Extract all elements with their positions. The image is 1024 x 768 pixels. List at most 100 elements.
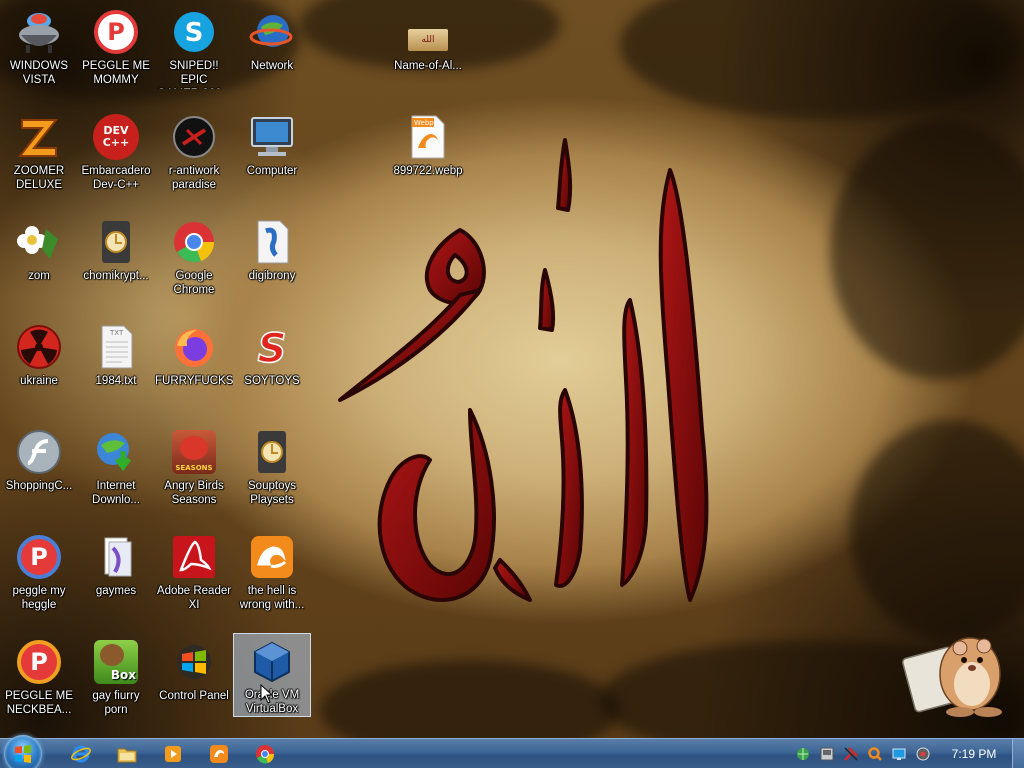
svg-text:S: S — [185, 18, 204, 48]
desktop-icon-label: FURRYFUCKS — [155, 375, 233, 387]
desktop-icon-label: SOYTOYS — [244, 375, 300, 387]
taskbar-internet-explorer[interactable] — [68, 742, 94, 766]
tray-device[interactable] — [818, 745, 836, 763]
desktop-icon-label: Computer — [246, 165, 298, 177]
taskbar-uc-browser[interactable] — [206, 742, 232, 766]
svg-text:P: P — [30, 543, 48, 571]
desktop-icon-adobe-reader[interactable]: Adobe Reader XI — [156, 529, 232, 633]
souptoys-file-icon — [92, 218, 140, 266]
desktop-icon-computer[interactable]: Computer — [234, 109, 310, 213]
hamster-desktop-pet[interactable] — [900, 612, 1015, 722]
start-button[interactable] — [4, 735, 42, 768]
seasons-badge: SEASONS — [175, 464, 213, 472]
svg-text:P: P — [107, 18, 125, 46]
desktop-icon-windows-vista[interactable]: WINDOWS VISTA — [1, 4, 77, 108]
soytoys-s-icon: S — [248, 323, 296, 371]
windows-logo-icon — [15, 745, 31, 763]
desktop-icon-internet-download[interactable]: Internet Downlo... — [78, 424, 154, 528]
network-globe-icon — [248, 8, 296, 56]
folder-icon — [92, 533, 140, 581]
desktop-icon-gay-fiurry[interactable]: Box gay fiurry porn — [78, 634, 154, 738]
devcpp-icon: DEV C++ — [92, 113, 140, 161]
box-game-icon: Box — [92, 638, 140, 686]
desktop-icon-souptoys-playsets[interactable]: Souptoys Playsets — [234, 424, 310, 528]
desktop-icon-peggle-my-heggle[interactable]: P peggle my heggle — [1, 529, 77, 633]
desktop-icon-label: ShoppingC... — [5, 480, 73, 492]
tray-network[interactable] — [794, 745, 812, 763]
desktop-icon-name-of-allah[interactable]: الله Name-of-Al... — [390, 4, 466, 108]
desktop-icon-label: Embarcadero Dev-C++ — [81, 165, 151, 191]
desktop-icon-label: ukraine — [20, 375, 58, 387]
desktop-icon-gaymes[interactable]: gaymes — [78, 529, 154, 633]
tray-tool[interactable] — [842, 745, 860, 763]
devcpp-badge: DEV C++ — [93, 114, 139, 160]
desktop-icon-network[interactable]: Network — [234, 4, 310, 108]
svg-text:S: S — [258, 326, 287, 370]
desktop-icon-label: PEGGLE ME MOMMY — [82, 60, 150, 86]
volume-icon — [916, 747, 930, 761]
chrome-icon — [256, 745, 275, 764]
desktop-icon-angry-birds-seasons[interactable]: SEASONS Angry Birds Seasons — [156, 424, 232, 528]
taskbar: 7:19 PM — [0, 735, 1024, 768]
desktop-icon-label: r-antiwork paradise — [168, 165, 220, 191]
desktop-icon-peggle-me-mommy[interactable]: P PEGGLE ME MOMMY — [78, 4, 154, 108]
taskbar-chrome[interactable] — [252, 742, 278, 766]
globe-download-icon — [92, 428, 140, 476]
firefox-icon — [170, 323, 218, 371]
desktop-icon-label: WINDOWS VISTA — [9, 60, 69, 86]
desktop-icon-shopping[interactable]: ShoppingC... — [1, 424, 77, 528]
adobe-reader-icon — [170, 533, 218, 581]
desktop-icon-embarcadero-devcpp[interactable]: DEV C++ Embarcadero Dev-C++ — [78, 109, 154, 213]
desktop-icon-furry[interactable]: FURRYFUCKS — [155, 319, 233, 423]
desktop-icon-ukraine[interactable]: ukraine — [1, 319, 77, 423]
tool-icon — [844, 747, 858, 761]
tray-search[interactable] — [866, 745, 884, 763]
desktop-icon-1984-txt[interactable]: TXT 1984.txt — [78, 319, 154, 423]
desktop-icon-label: peggle my heggle — [12, 585, 66, 611]
desktop-icon-label: zom — [28, 270, 50, 282]
desktop-icon-zoomer-deluxe[interactable]: ZOOMER DELUXE — [1, 109, 77, 213]
souptoys-file-icon — [248, 428, 296, 476]
box-badge: Box — [110, 668, 136, 682]
uc-browser-icon — [210, 745, 228, 763]
taskbar-file-explorer[interactable] — [114, 742, 140, 766]
webp-badge: Webp — [414, 119, 434, 127]
search-tray-icon — [868, 747, 882, 761]
desktop-icon-label: PEGGLE ME NECKBEA... — [5, 690, 73, 716]
mouse-cursor-icon — [260, 684, 274, 704]
zoomer-z-icon — [15, 113, 63, 161]
desktop-icon-label: Souptoys Playsets — [248, 480, 296, 506]
flower-icon — [15, 218, 63, 266]
svg-text:P: P — [30, 648, 48, 676]
desktop-icon-899722-webp[interactable]: Webp 899722.webp — [390, 109, 466, 213]
desktop-icon-label: the hell is wrong with... — [239, 585, 305, 611]
desktop-icon-digibrony[interactable]: digibrony — [234, 214, 310, 318]
peggle-icon: P — [15, 533, 63, 581]
desktop-icon-peggle-me-neckbeard[interactable]: P PEGGLE ME NECKBEA... — [1, 634, 77, 738]
taskbar-clock[interactable]: 7:19 PM — [944, 747, 1004, 761]
desktop-icon-soytoys[interactable]: S SOYTOYS — [234, 319, 310, 423]
desktop-icon-label: Name-of-Al... — [394, 60, 462, 72]
desktop-icon-sniped[interactable]: S SNIPED!! EPIC GAMER 360... — [156, 4, 232, 108]
tray-volume[interactable] — [914, 745, 932, 763]
desktop-icon-label: gaymes — [95, 585, 137, 597]
tray-display[interactable] — [890, 745, 908, 763]
media-player-icon — [165, 746, 181, 762]
device-icon — [820, 747, 834, 761]
desktop-icon-the-hell-is-wrong[interactable]: the hell is wrong with... — [234, 529, 310, 633]
desktop-icon-chomikrypt[interactable]: chomikrypt... — [78, 214, 154, 318]
desktop-icon-label: digibrony — [248, 270, 296, 282]
desktop-icon-control-panel[interactable]: Control Panel — [156, 634, 232, 738]
desktop-icon-label: ZOOMER DELUXE — [13, 165, 65, 191]
show-desktop-button[interactable] — [1012, 739, 1024, 768]
taskbar-media-player[interactable] — [160, 742, 186, 766]
peggle-icon: P — [15, 638, 63, 686]
txt-badge: TXT — [109, 329, 124, 337]
desktop-icon-r-antiwork[interactable]: r-antiwork paradise — [156, 109, 232, 213]
virtualbox-icon — [248, 638, 296, 685]
angry-birds-icon: SEASONS — [170, 428, 218, 476]
internet-explorer-icon — [71, 745, 91, 763]
desktop-icon-google-chrome[interactable]: Google Chrome — [156, 214, 232, 318]
desktop-wallpaper[interactable]: WINDOWS VISTA ZOOMER DELUXE zom ukraine … — [0, 0, 1024, 738]
desktop-icon-zom[interactable]: zom — [1, 214, 77, 318]
